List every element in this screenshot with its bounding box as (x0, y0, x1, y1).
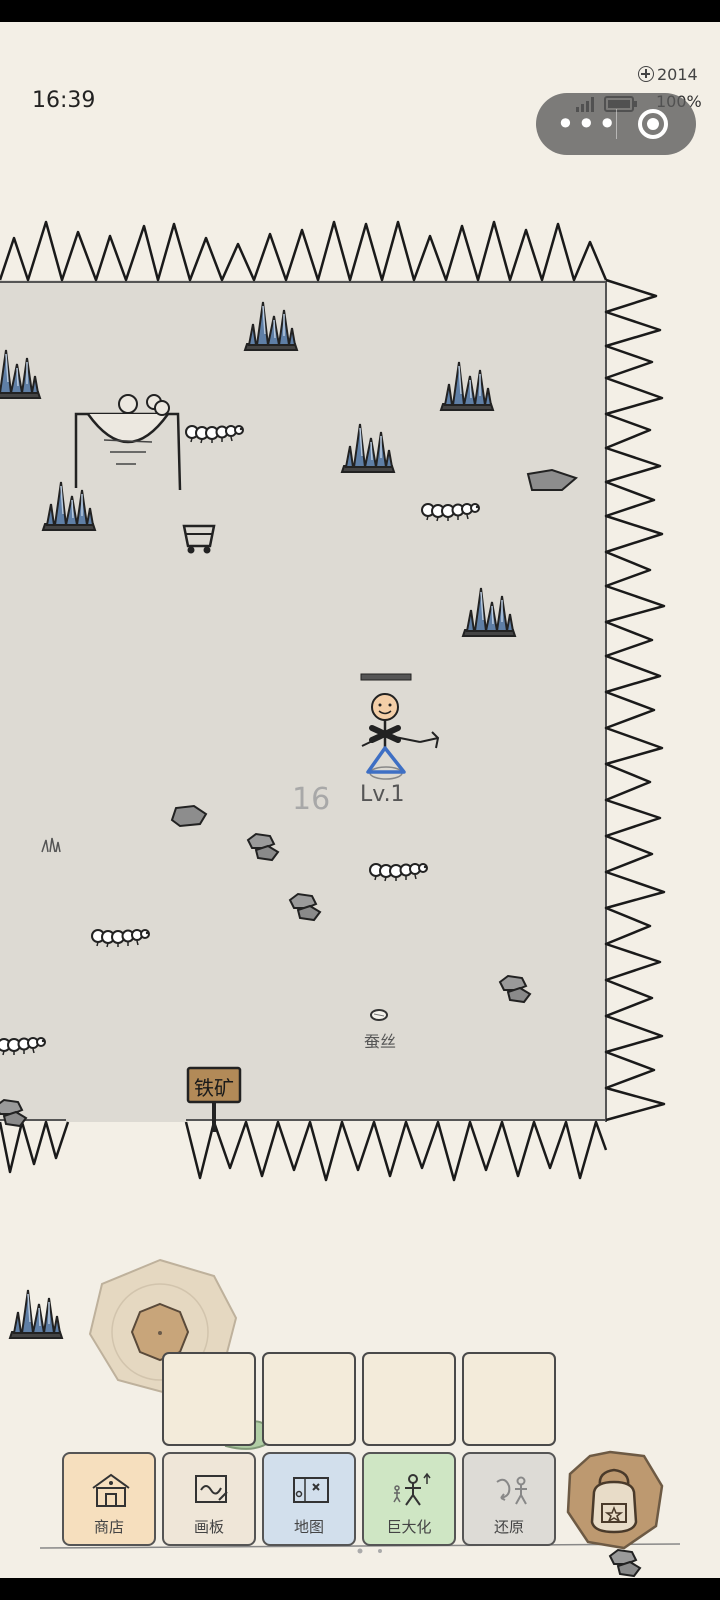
game-screen: 16:39 2014 100% ••• 16 Lv.1 蚕丝 铁矿 商店 画板 … (0, 0, 720, 1600)
capsule-divider (616, 109, 617, 139)
drawing-board-icon (195, 1475, 228, 1503)
restore-button[interactable]: 还原 (462, 1452, 556, 1546)
player-level-label: Lv.1 (360, 782, 405, 807)
quick-slot-2[interactable] (262, 1352, 356, 1446)
signpost-text: 铁矿 (194, 1076, 234, 1100)
quick-slot-4[interactable] (462, 1352, 556, 1446)
restore-icon (496, 1476, 527, 1505)
backpack-icon (590, 1468, 638, 1534)
drawing-board-button[interactable]: 画板 (162, 1452, 256, 1546)
record-circle-icon[interactable] (638, 109, 668, 139)
giant-label: 巨大化 (386, 1518, 432, 1536)
quick-slot-1[interactable] (162, 1352, 256, 1446)
more-button[interactable]: ••• (556, 105, 617, 143)
mini-program-capsule: ••• (536, 93, 696, 155)
map-icon (293, 1477, 329, 1503)
shop-icon (92, 1473, 130, 1507)
currency-counter: 2014 (638, 63, 698, 85)
dropped-item-label[interactable]: 蚕丝 (364, 1028, 396, 1052)
map-button[interactable]: 地图 (262, 1452, 356, 1546)
restore-label: 还原 (493, 1518, 524, 1536)
currency-amount: 2014 (657, 64, 698, 84)
shop-label: 商店 (93, 1518, 124, 1536)
quick-slot-3[interactable] (362, 1352, 456, 1446)
map-label: 地图 (293, 1518, 324, 1536)
shop-button[interactable]: 商店 (62, 1452, 156, 1546)
giant-button[interactable]: 巨大化 (362, 1452, 456, 1546)
status-time: 16:39 (32, 88, 96, 113)
plus-coin-icon (638, 66, 654, 82)
giant-icon (393, 1472, 431, 1506)
backpack-button[interactable] (568, 1452, 664, 1548)
damage-number: 16 (292, 782, 331, 817)
drawing-board-label: 画板 (193, 1518, 224, 1536)
